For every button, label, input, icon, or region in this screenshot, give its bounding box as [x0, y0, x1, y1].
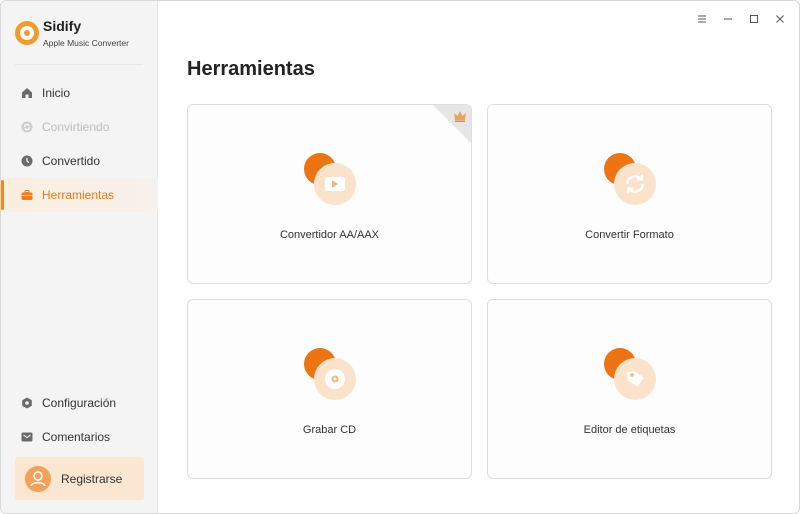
sidify-logo-icon	[15, 21, 39, 45]
gear-icon	[22, 397, 32, 409]
sidebar-item-herramientas[interactable]: Herramientas	[1, 178, 158, 212]
close-icon	[776, 15, 784, 23]
register-button[interactable]: Registrarse	[15, 457, 144, 500]
register-label: Registrarse	[61, 471, 123, 486]
sidebar-item-convertido[interactable]: Convertido	[1, 144, 158, 178]
window-controls	[697, 13, 785, 25]
refresh-icon	[604, 153, 656, 205]
sidebar-item-comentarios[interactable]: Comentarios	[1, 420, 158, 454]
mail-icon	[21, 432, 33, 442]
sync-icon	[21, 121, 33, 133]
maximize-icon	[750, 15, 758, 23]
sidebar-item-label: Inicio	[42, 86, 71, 100]
sidebar-item-label: Convertido	[42, 154, 101, 168]
brand: Sidify Apple Music Converter	[15, 17, 129, 48]
app-subtitle: Apple Music Converter	[43, 38, 129, 48]
user-icon	[30, 470, 46, 486]
home-icon	[22, 88, 32, 98]
tool-card-format-converter[interactable]: Convertir Formato	[487, 104, 772, 284]
tool-card-label: Convertir Formato	[585, 229, 674, 241]
minimize-icon	[724, 18, 732, 20]
menu-button[interactable]	[697, 13, 707, 25]
clock-icon	[21, 155, 33, 167]
tool-card-aa-aax-converter[interactable]: Convertidor AA/AAX	[187, 104, 472, 284]
sidebar: Sidify Apple Music Converter Inicio Conv…	[1, 1, 158, 513]
sidebar-nav: Inicio Convirtiendo Convertido Herramien…	[1, 76, 158, 212]
minimize-button[interactable]	[723, 13, 733, 25]
sidebar-item-label: Comentarios	[42, 430, 111, 444]
page-title: Herramientas	[187, 58, 315, 80]
app-name: Sidify	[43, 18, 82, 34]
divider	[15, 64, 143, 65]
toolbox-icon	[21, 190, 33, 200]
video-icon	[304, 153, 356, 205]
tool-card-label: Editor de etiquetas	[583, 424, 676, 436]
sidebar-item-label: Herramientas	[42, 188, 115, 202]
sidebar-bottom-nav: Configuración Comentarios	[1, 386, 158, 454]
menu-icon	[698, 15, 706, 23]
avatar	[25, 465, 51, 492]
crown-icon	[454, 111, 466, 122]
maximize-button[interactable]	[749, 13, 759, 25]
disc-icon	[304, 348, 356, 400]
app-window: Sidify Apple Music Converter Inicio Conv…	[0, 0, 800, 514]
tag-icon	[604, 348, 656, 400]
tool-card-label: Convertidor AA/AAX	[279, 229, 380, 241]
sidebar-item-inicio[interactable]: Inicio	[1, 76, 158, 110]
sidebar-item-configuracion[interactable]: Configuración	[1, 386, 158, 420]
main-content: Herramientas Convertidor AA/AAX Converti…	[158, 1, 799, 513]
close-button[interactable]	[775, 13, 785, 25]
tool-card-tag-editor[interactable]: Editor de etiquetas	[487, 299, 772, 479]
tool-card-burn-cd[interactable]: Grabar CD	[187, 299, 472, 479]
sidebar-item-convirtiendo[interactable]: Convirtiendo	[1, 110, 158, 144]
tool-card-label: Grabar CD	[302, 424, 357, 436]
sidebar-item-label: Convirtiendo	[42, 120, 110, 134]
sidebar-item-label: Configuración	[42, 396, 117, 410]
